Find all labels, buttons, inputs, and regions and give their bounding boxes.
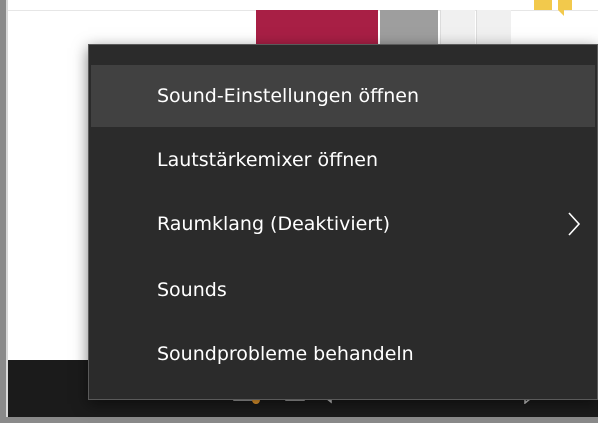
menu-item-label: Sound-Einstellungen öffnen <box>157 85 420 107</box>
menu-item-open-volume-mixer[interactable]: Lautstärkemixer öffnen <box>91 129 595 191</box>
background-tile-crimson <box>256 10 378 46</box>
window-bottom-edge <box>0 417 598 423</box>
background-tile-gray <box>380 10 438 46</box>
menu-item-sounds[interactable]: Sounds <box>91 259 595 321</box>
menu-item-troubleshoot-sound[interactable]: Soundprobleme behandeln <box>91 323 595 385</box>
background-tile-light <box>476 10 511 46</box>
menu-item-label: Raumklang (Deaktiviert) <box>157 213 391 235</box>
menu-item-spatial-sound[interactable]: Raumklang (Deaktiviert) <box>91 193 595 255</box>
sound-context-menu: Sound-Einstellungen öffnen Lautstärkemix… <box>88 44 598 400</box>
chevron-right-icon <box>568 212 581 236</box>
sticky-note-icon <box>534 0 572 16</box>
menu-item-open-sound-settings[interactable]: Sound-Einstellungen öffnen <box>91 65 595 127</box>
screen: Sound-Einstellungen öffnen Lautstärkemix… <box>0 0 598 423</box>
menu-item-label: Sounds <box>157 279 227 301</box>
menu-item-label: Soundprobleme behandeln <box>157 343 414 365</box>
background-tile-light <box>440 10 475 46</box>
menu-item-label: Lautstärkemixer öffnen <box>157 149 379 171</box>
